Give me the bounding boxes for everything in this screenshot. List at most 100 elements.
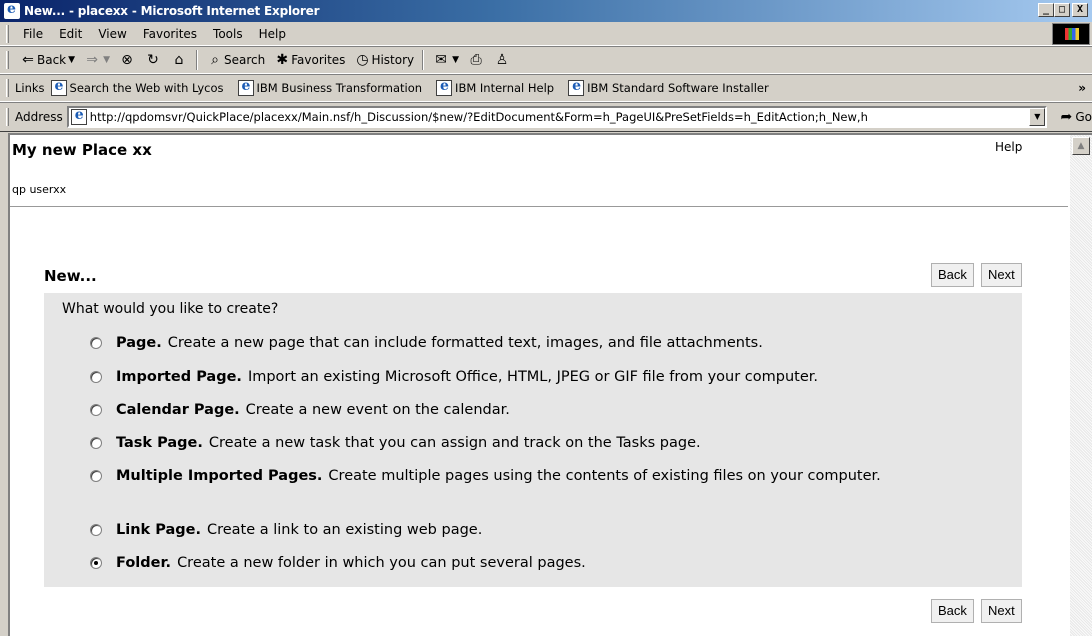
- messenger-icon: ♙: [495, 52, 509, 68]
- menu-view[interactable]: View: [90, 27, 134, 41]
- option-link-page[interactable]: Link Page. Create a link to an existing w…: [90, 520, 990, 540]
- option-title: Imported Page.: [116, 369, 242, 385]
- stop-icon: ⊗: [121, 52, 133, 68]
- address-bar: Address ▼ ➦ Go: [0, 102, 1092, 132]
- dropdown-arrow-icon[interactable]: ▼: [103, 55, 110, 65]
- close-button[interactable]: X: [1072, 3, 1088, 17]
- mail-icon: ✉: [435, 52, 447, 68]
- toolbar-grip[interactable]: [6, 79, 9, 97]
- option-imported-page[interactable]: Imported Page. Import an existing Microso…: [90, 367, 990, 387]
- back-nav-button-top[interactable]: Back: [931, 263, 974, 287]
- back-button[interactable]: ⇐ Back ▼: [15, 51, 79, 69]
- go-arrow-icon: ➦: [1060, 109, 1073, 125]
- section-title: New...: [44, 267, 97, 285]
- search-icon: ⌕: [211, 52, 219, 68]
- option-description: Create a new page that can include forma…: [167, 335, 763, 351]
- ie-page-icon: [70, 108, 87, 125]
- toolbar-grip[interactable]: [6, 108, 9, 126]
- option-description: Create a new task that you can assign an…: [208, 435, 701, 451]
- ie-page-icon: [568, 78, 585, 96]
- back-arrow-icon: ⇐: [22, 52, 34, 68]
- refresh-button[interactable]: ↻: [140, 51, 166, 69]
- radio-folder[interactable]: [90, 557, 102, 569]
- messenger-button[interactable]: ♙: [489, 51, 515, 69]
- link-ibm-internal-help[interactable]: IBM Internal Help: [436, 78, 554, 96]
- next-nav-button-bottom[interactable]: Next: [981, 599, 1022, 623]
- menu-file[interactable]: File: [15, 27, 51, 41]
- option-description: Create a link to an existing web page.: [206, 522, 483, 538]
- history-button[interactable]: ◷ History: [349, 51, 418, 69]
- create-options-panel: What would you like to create? Page. Crea…: [44, 293, 1022, 587]
- search-label: Search: [223, 53, 266, 67]
- forward-button[interactable]: ⇒ ▼: [79, 51, 114, 69]
- window-title: New... - placexx - Microsoft Internet Ex…: [24, 4, 320, 18]
- go-button[interactable]: ➦ Go: [1057, 108, 1092, 126]
- option-title: Task Page.: [116, 435, 203, 451]
- links-bar: Links Search the Web with Lycos IBM Busi…: [0, 74, 1092, 102]
- favorites-label: Favorites: [291, 53, 346, 67]
- dropdown-arrow-icon[interactable]: ▼: [68, 55, 75, 65]
- help-link[interactable]: Help: [995, 140, 1022, 154]
- radio-multiple-imported-pages[interactable]: [90, 470, 102, 482]
- print-icon: ⎙: [470, 52, 482, 68]
- toolbar-grip[interactable]: [6, 24, 9, 43]
- address-dropdown-icon[interactable]: ▼: [1029, 108, 1046, 126]
- menu-bar: File Edit View Favorites Tools Help: [0, 22, 1092, 46]
- home-button[interactable]: ⌂: [166, 51, 192, 69]
- option-folder[interactable]: Folder. Create a new folder in which you …: [90, 553, 990, 573]
- menu-help[interactable]: Help: [251, 27, 294, 41]
- option-multiple-imported-pages[interactable]: Multiple Imported Pages. Create multiple …: [90, 466, 950, 486]
- radio-imported-page[interactable]: [90, 371, 102, 383]
- minimize-button[interactable]: _: [1038, 3, 1054, 17]
- vertical-scrollbar[interactable]: ▲: [1070, 135, 1092, 636]
- dropdown-arrow-icon[interactable]: ▼: [452, 55, 459, 65]
- menu-favorites[interactable]: Favorites: [135, 27, 205, 41]
- option-description: Import an existing Microsoft Office, HTM…: [247, 369, 819, 385]
- option-page[interactable]: Page. Create a new page that can include …: [90, 333, 990, 353]
- toolbar-separator: [422, 50, 425, 70]
- address-input[interactable]: [89, 110, 1020, 124]
- link-lycos[interactable]: Search the Web with Lycos: [50, 78, 224, 96]
- address-label: Address: [14, 110, 63, 124]
- links-label: Links: [15, 81, 45, 95]
- address-field[interactable]: ▼: [66, 106, 1048, 128]
- radio-page[interactable]: [90, 337, 102, 349]
- ie-app-icon[interactable]: [4, 1, 20, 19]
- toolbar-separator: [195, 50, 198, 70]
- ie-page-icon: [436, 78, 453, 96]
- scroll-up-arrow-icon[interactable]: ▲: [1072, 137, 1090, 155]
- link-ibm-software-installer[interactable]: IBM Standard Software Installer: [568, 78, 769, 96]
- option-description: Create multiple pages using the contents…: [328, 468, 881, 484]
- favorites-button[interactable]: ✱ Favorites: [269, 51, 349, 69]
- back-nav-button-bottom[interactable]: Back: [931, 599, 974, 623]
- forward-arrow-icon: ⇒: [86, 52, 98, 68]
- ie-page-icon: [237, 78, 254, 96]
- option-description: Create a new event on the calendar.: [245, 402, 510, 418]
- toolbar-grip[interactable]: [6, 51, 9, 69]
- option-title: Link Page.: [116, 522, 201, 538]
- option-task-page[interactable]: Task Page. Create a new task that you can…: [90, 433, 990, 453]
- links-more-chevron-icon[interactable]: »: [1078, 81, 1086, 95]
- option-title: Page.: [116, 335, 162, 351]
- link-label: IBM Standard Software Installer: [587, 81, 769, 95]
- next-nav-button-top[interactable]: Next: [981, 263, 1022, 287]
- radio-calendar-page[interactable]: [90, 404, 102, 416]
- ie-page-icon: [50, 78, 67, 96]
- link-label: IBM Business Transformation: [256, 81, 423, 95]
- link-ibm-business-transformation[interactable]: IBM Business Transformation: [237, 78, 423, 96]
- option-calendar-page[interactable]: Calendar Page. Create a new event on the …: [90, 400, 990, 420]
- go-label: Go: [1075, 110, 1092, 124]
- window-controls: _ □ X: [1038, 3, 1088, 17]
- menu-edit[interactable]: Edit: [51, 27, 90, 41]
- mail-button[interactable]: ✉ ▼: [428, 51, 463, 69]
- maximize-button[interactable]: □: [1054, 3, 1070, 17]
- refresh-icon: ↻: [147, 52, 159, 68]
- favorites-icon: ✱: [276, 52, 289, 68]
- print-button[interactable]: ⎙: [463, 51, 489, 69]
- radio-task-page[interactable]: [90, 437, 102, 449]
- history-label: History: [371, 53, 415, 67]
- radio-link-page[interactable]: [90, 524, 102, 536]
- stop-button[interactable]: ⊗: [114, 51, 140, 69]
- menu-tools[interactable]: Tools: [205, 27, 251, 41]
- search-button[interactable]: ⌕ Search: [202, 51, 269, 69]
